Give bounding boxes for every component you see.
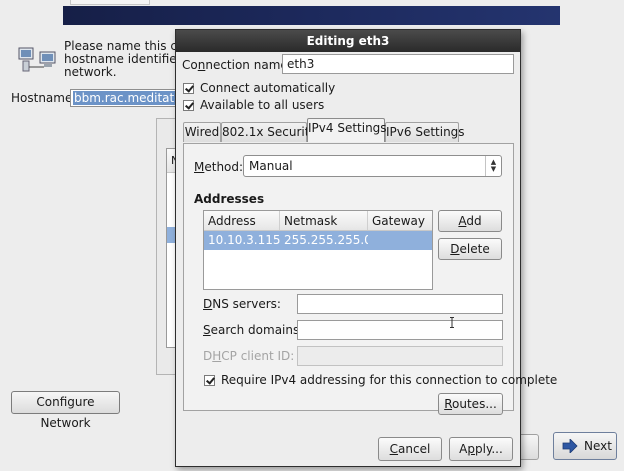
tab-ipv4-settings[interactable]: IPv4 Settings <box>307 118 387 142</box>
connect-automatically-label: Connect automatically <box>200 81 336 95</box>
dhcp-client-id-input <box>297 346 503 366</box>
arrow-right-icon <box>562 439 578 453</box>
require-ipv4-check[interactable] <box>204 374 215 386</box>
installer-banner <box>63 6 560 25</box>
add-address-button[interactable]: Add <box>438 210 502 232</box>
row-netmask[interactable]: 255.255.255.0 <box>280 231 368 250</box>
connect-automatically-checkbox[interactable]: Connect automatically <box>183 81 335 95</box>
editing-connection-dialog: Editing eth3 Connection name: eth3 Conne… <box>175 29 557 467</box>
connection-name-input[interactable]: eth3 <box>282 54 514 74</box>
available-all-users-label: Available to all users <box>200 98 325 112</box>
search-domains-input[interactable] <box>297 320 503 340</box>
tab-8021x-security[interactable]: 802.1x Security <box>221 122 317 142</box>
dialog-title: Editing eth3 <box>176 30 520 52</box>
delete-address-button[interactable]: Delete <box>438 238 502 260</box>
addresses-table[interactable]: Address Netmask Gateway 10.10.3.115 255.… <box>203 210 433 290</box>
method-select[interactable]: Manual ▲ ▼ <box>243 155 502 177</box>
cancel-button[interactable]: Cancel <box>378 437 442 461</box>
method-value: Manual <box>249 159 293 173</box>
hostname-value: bbm.rac.meditate.co <box>73 91 183 105</box>
tab-wired[interactable]: Wired <box>183 122 221 142</box>
row-gateway[interactable] <box>368 231 432 250</box>
next-button-label: Next <box>584 439 612 453</box>
connect-automatically-check[interactable] <box>183 82 194 94</box>
apply-button[interactable]: Apply... <box>449 437 513 461</box>
routes-button[interactable]: Routes... <box>438 393 503 415</box>
column-address[interactable]: Address <box>204 211 280 230</box>
require-ipv4-checkbox[interactable]: Require IPv4 addressing for this connect… <box>204 373 557 387</box>
text-cursor-icon <box>450 317 454 328</box>
ipv4-settings-panel: Method: Manual ▲ ▼ Addresses Address Netm… <box>183 143 557 415</box>
method-label: Method: <box>194 160 244 174</box>
available-all-users-check[interactable] <box>183 99 194 111</box>
next-button[interactable]: Next <box>553 432 617 460</box>
row-address[interactable]: 10.10.3.115 <box>204 231 280 250</box>
hostname-input[interactable]: bbm.rac.meditate.co <box>70 89 184 107</box>
table-row[interactable]: 10.10.3.115 255.255.255.0 <box>204 231 432 250</box>
available-all-users-checkbox[interactable]: Available to all users <box>183 98 324 112</box>
dhcp-client-id-label: DHCP client ID: <box>203 349 295 363</box>
addresses-heading: Addresses <box>194 192 265 206</box>
background-tab-strip <box>70 0 150 5</box>
tab-ipv6-settings[interactable]: IPv6 Settings <box>385 122 465 142</box>
addresses-table-header: Address Netmask Gateway <box>204 211 432 231</box>
connection-name-label: Connection name: <box>182 58 292 72</box>
hostname-label: Hostname: <box>11 91 77 105</box>
dns-servers-label: DNS servers: <box>203 297 281 311</box>
column-gateway[interactable]: Gateway <box>368 211 432 230</box>
network-computers-icon <box>18 47 56 72</box>
dns-servers-input[interactable] <box>297 294 503 314</box>
configure-network-button[interactable]: Configure Network <box>11 391 120 430</box>
network-intro-text: Please name this com hostname identifies… <box>64 40 184 79</box>
updown-chevron-icon: ▲ ▼ <box>485 156 501 176</box>
search-domains-label: Search domains: <box>203 323 304 337</box>
require-ipv4-label: Require IPv4 addressing for this connect… <box>221 373 558 387</box>
column-netmask[interactable]: Netmask <box>280 211 368 230</box>
